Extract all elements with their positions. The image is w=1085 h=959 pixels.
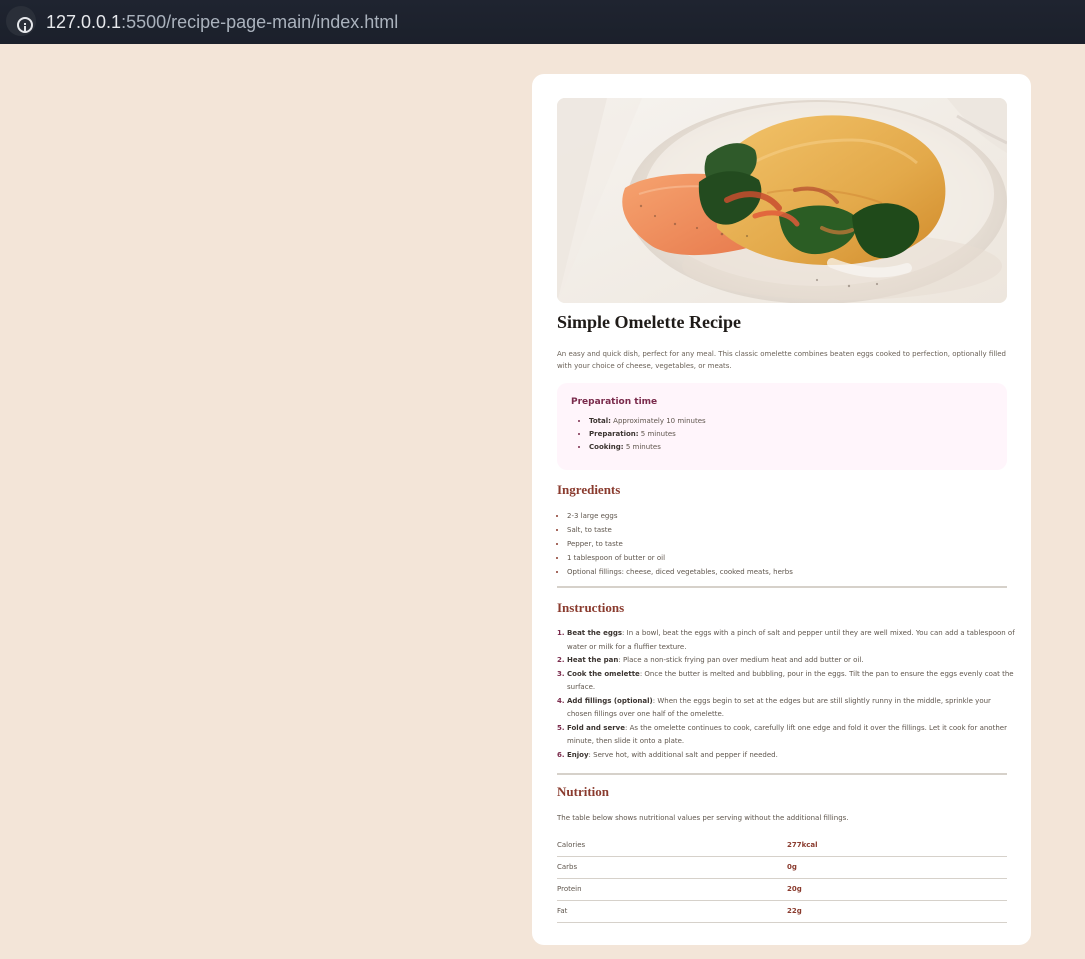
list-item: Pepper, to taste — [567, 537, 1017, 551]
ingredients-heading: Ingredients — [557, 482, 621, 497]
preparation-time-heading: Preparation time — [571, 397, 658, 407]
table-row: Fat 22g — [557, 900, 1007, 923]
instruction-label: Heat the pan — [567, 656, 619, 664]
list-item: Enjoy: Serve hot, with additional salt a… — [567, 749, 1017, 763]
section-divider — [557, 586, 1007, 588]
instruction-label: Fold and serve — [567, 723, 625, 732]
list-item: Fold and serve: As the omelette continue… — [567, 722, 1017, 749]
nutrition-key: Carbs — [557, 856, 787, 879]
list-item: Cook the omelette: Once the butter is me… — [567, 668, 1017, 695]
address-bar[interactable]: 127.0.0.1:5500/recipe-page-main/index.ht… — [0, 0, 1085, 44]
nutrition-value: 0g — [787, 856, 1007, 879]
nutrition-key: Fat — [557, 900, 787, 923]
list-item: Add fillings (optional): When the eggs b… — [567, 695, 1017, 722]
nutrition-value: 22g — [787, 900, 1007, 923]
section-divider — [557, 773, 1007, 775]
site-info-button[interactable] — [6, 6, 36, 36]
list-item: 2-3 large eggs — [567, 509, 1017, 523]
instruction-label: Cook the omelette — [567, 669, 640, 678]
prep-total-label: Total: — [589, 417, 611, 425]
prep-item-preparation: Preparation: 5 minutes — [589, 428, 993, 441]
prep-cooking-value: 5 minutes — [623, 443, 661, 451]
instruction-text: : In a bowl, beat the eggs with a pinch … — [567, 629, 1015, 651]
nutrition-key: Calories — [557, 835, 787, 857]
list-item: Beat the eggs: In a bowl, beat the eggs … — [567, 627, 1017, 654]
info-icon[interactable] — [17, 17, 33, 33]
prep-item-total: Total: Approximately 10 minutes — [589, 415, 993, 428]
recipe-card: Simple Omelette Recipe An easy and quick… — [532, 74, 1031, 945]
omelette-photo-illustration — [557, 98, 1007, 303]
instruction-label: Add fillings (optional) — [567, 696, 653, 705]
preparation-time-list: Total: Approximately 10 minutes Preparat… — [571, 415, 993, 454]
nutrition-description: The table below shows nutritional values… — [557, 814, 849, 822]
instruction-text: : Place a non-stick frying pan over medi… — [618, 656, 864, 664]
nutrition-value: 20g — [787, 878, 1007, 901]
list-item: Salt, to taste — [567, 523, 1017, 537]
prep-total-value: Approximately 10 minutes — [610, 417, 706, 425]
instruction-text: : Serve hot, with additional salt and pe… — [588, 750, 778, 759]
instruction-label: Beat the eggs — [567, 629, 623, 637]
prep-item-cooking: Cooking: 5 minutes — [589, 441, 993, 454]
recipe-intro: An easy and quick dish, perfect for any … — [557, 350, 1006, 370]
ingredients-list: 2-3 large eggs Salt, to taste Pepper, to… — [557, 509, 1017, 579]
prep-preparation-label: Preparation: — [589, 430, 639, 438]
nutrition-value: 277kcal — [787, 835, 1007, 857]
list-item: Optional fillings: cheese, diced vegetab… — [567, 565, 1017, 579]
instruction-text: : As the omelette continues to cook, car… — [567, 723, 1007, 746]
browser-toolbar: 127.0.0.1:5500/recipe-page-main/index.ht… — [0, 0, 1085, 44]
list-item: Heat the pan: Place a non-stick frying p… — [567, 654, 1017, 668]
prep-cooking-label: Cooking: — [589, 443, 624, 451]
table-row: Protein 20g — [557, 878, 1007, 901]
list-item: 1 tablespoon of butter or oil — [567, 551, 1017, 565]
table-row: Carbs 0g — [557, 856, 1007, 879]
url-host: 127.0.0.1 — [46, 12, 122, 32]
recipe-title: Simple Omelette Recipe — [557, 312, 741, 332]
instructions-list: Beat the eggs: In a bowl, beat the eggs … — [557, 627, 1017, 762]
url-path: :5500/recipe-page-main/index.html — [121, 12, 399, 32]
nutrition-key: Protein — [557, 878, 787, 901]
url-text[interactable]: 127.0.0.1:5500/recipe-page-main/index.ht… — [46, 10, 398, 34]
prep-preparation-value: 5 minutes — [638, 430, 676, 438]
nutrition-heading: Nutrition — [557, 784, 609, 799]
preparation-time-panel: Preparation time Total: Approximately 10… — [557, 383, 1007, 470]
table-row: Calories 277kcal — [557, 835, 1007, 857]
nutrition-table: Calories 277kcal Carbs 0g Protein 20g Fat 22… — [557, 835, 1007, 923]
instructions-heading: Instructions — [557, 600, 625, 615]
omelette-image — [557, 98, 1007, 303]
instruction-label: Enjoy — [567, 750, 589, 759]
